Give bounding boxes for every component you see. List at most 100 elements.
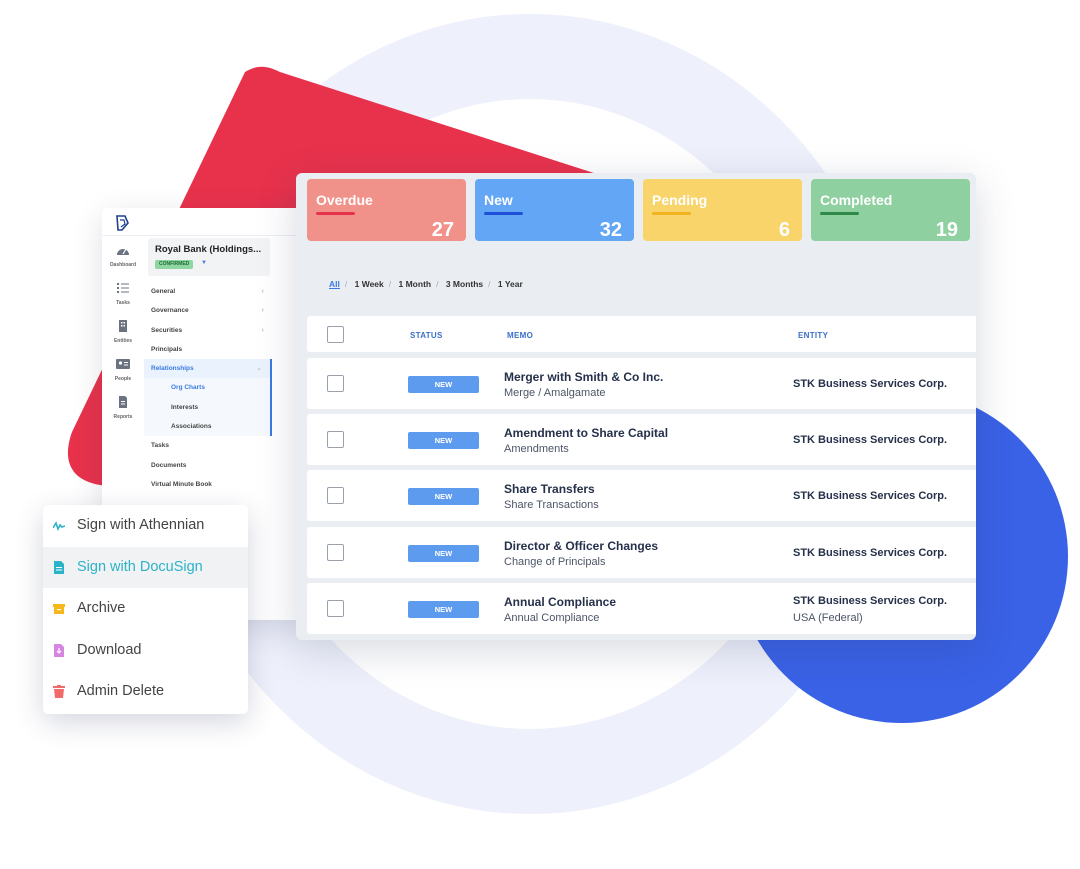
card-title: New xyxy=(484,192,513,208)
people-icon xyxy=(116,359,130,369)
menu-item-label: Download xyxy=(77,641,142,658)
card-title: Overdue xyxy=(316,192,373,208)
nav-item-virtual-minute-book[interactable]: Virtual Minute Book xyxy=(144,475,272,494)
menu-item-archive[interactable]: Archive xyxy=(43,588,248,630)
document-actions-menu: Sign with Athennian Sign with DocuSign A… xyxy=(43,505,248,714)
filter-all[interactable]: All xyxy=(329,279,340,289)
entity-name: STK Business Services Corp. xyxy=(793,547,948,559)
entity-name: STK Business Services Corp. xyxy=(793,434,948,446)
entity-name: STK Business Services Corp. xyxy=(793,595,948,607)
sidebar-item-people[interactable]: People xyxy=(102,352,144,382)
nav-item-label: Associations xyxy=(171,423,212,431)
entity-selector[interactable]: Royal Bank (Holdings... CONFIRMED ▼ xyxy=(148,238,270,276)
nav-item-label: Interests xyxy=(171,403,199,411)
reports-icon xyxy=(119,396,127,408)
filter-1-week[interactable]: 1 Week xyxy=(355,279,384,289)
status-badge: NEW xyxy=(408,432,479,449)
column-header-memo[interactable]: MEMO xyxy=(507,331,533,340)
nav-item-associations[interactable]: Associations xyxy=(144,417,272,437)
nav-item-label: Documents xyxy=(151,461,187,469)
card-count: 32 xyxy=(599,219,622,241)
nav-item-org-charts[interactable]: Org Charts xyxy=(144,378,272,398)
filter-separator: / xyxy=(436,279,439,289)
nav-item-label: General xyxy=(151,288,176,295)
menu-item-sign-with-docusign[interactable]: Sign with DocuSign xyxy=(43,546,248,589)
memo-title: Merger with Smith & Co Inc. xyxy=(504,370,664,384)
select-all-checkbox[interactable] xyxy=(327,326,344,343)
nav-item-general[interactable]: General ‹ xyxy=(144,282,272,301)
column-header-status[interactable]: STATUS xyxy=(410,331,443,340)
row-checkbox[interactable] xyxy=(327,544,344,561)
tasks-icon xyxy=(117,283,129,293)
chevron-down-icon: ⌄ xyxy=(256,365,262,373)
sidebar-item-tasks[interactable]: Tasks xyxy=(102,276,144,306)
filter-separator: / xyxy=(344,279,348,289)
nav-item-label: Governance xyxy=(151,307,189,315)
status-badge: NEW xyxy=(408,601,479,618)
pending-card[interactable]: Pending 6 xyxy=(643,179,802,241)
row-checkbox[interactable] xyxy=(327,600,344,617)
filter-1-month[interactable]: 1 Month xyxy=(399,279,432,289)
entities-icon xyxy=(119,320,127,332)
status-badge: NEW xyxy=(408,376,479,393)
filter-separator: / xyxy=(388,279,392,289)
table-row[interactable]: NEW Annual Compliance Annual Compliance … xyxy=(307,583,976,634)
nav-item-interests[interactable]: Interests xyxy=(144,397,272,418)
entity-name: STK Business Services Corp. xyxy=(793,378,948,390)
overdue-card[interactable]: Overdue 27 xyxy=(307,179,466,241)
archive-icon xyxy=(53,604,65,615)
sidebar-topbar xyxy=(102,208,307,236)
sidebar-item-reports[interactable]: Reports xyxy=(102,390,144,420)
card-title: Pending xyxy=(652,192,708,208)
memo-title: Amendment to Share Capital xyxy=(504,426,669,440)
new-card[interactable]: New 32 xyxy=(475,179,634,241)
card-count: 27 xyxy=(431,219,454,241)
row-checkbox[interactable] xyxy=(327,487,344,504)
table-row[interactable]: NEW Director & Officer Changes Change of… xyxy=(307,527,976,578)
status-badge: CONFIRMED xyxy=(155,260,194,269)
table-row[interactable]: NEW Share Transfers Share Transactions S… xyxy=(307,470,976,521)
completed-card[interactable]: Completed 19 xyxy=(811,179,970,241)
memo-subtitle: Change of Principals xyxy=(504,556,606,568)
nav-item-securities[interactable]: Securities ‹ xyxy=(144,321,272,340)
sidebar-item-entities[interactable]: Entities xyxy=(102,314,144,344)
menu-item-sign-with-athennian[interactable]: Sign with Athennian xyxy=(43,505,248,547)
entity-jurisdiction: USA (Federal) xyxy=(793,612,863,624)
table-row[interactable]: NEW Amendment to Share Capital Amendment… xyxy=(307,414,976,465)
entity-nav: General ‹ Governance ‹ Securities ‹ Princip… xyxy=(144,282,272,494)
status-badge: NEW xyxy=(408,488,479,505)
menu-item-download[interactable]: Download xyxy=(43,630,248,672)
nav-item-label: Principals xyxy=(151,345,183,353)
sidebar-item-label: Tasks xyxy=(116,300,130,306)
filter-3-months[interactable]: 3 Months xyxy=(446,279,483,289)
nav-item-governance[interactable]: Governance ‹ xyxy=(144,301,272,320)
sidebar-item-label: Entities xyxy=(113,338,133,344)
sidebar-icon-rail: Dashboard Tasks Entities People Reports xyxy=(102,238,144,428)
table-row[interactable]: NEW Merger with Smith & Co Inc. Merge / … xyxy=(307,358,976,409)
row-checkbox[interactable] xyxy=(327,431,344,448)
card-accent-bar xyxy=(316,212,355,215)
menu-item-label: Sign with Athennian xyxy=(77,517,205,533)
sidebar-item-dashboard[interactable]: Dashboard xyxy=(102,238,144,268)
card-accent-bar xyxy=(652,212,691,215)
filter-separator: / xyxy=(488,279,491,289)
table-header: STATUS MEMO ENTITY xyxy=(307,316,976,352)
nav-item-principals[interactable]: Principals xyxy=(144,340,272,359)
chevron-down-icon[interactable]: ▼ xyxy=(201,260,207,266)
nav-item-tasks[interactable]: Tasks xyxy=(144,436,272,455)
filter-1-year[interactable]: 1 Year xyxy=(498,279,523,289)
menu-item-label: Archive xyxy=(77,600,126,617)
menu-item-admin-delete[interactable]: Admin Delete xyxy=(43,671,248,713)
memo-title: Director & Officer Changes xyxy=(504,539,659,553)
column-header-entity[interactable]: ENTITY xyxy=(798,331,828,340)
nav-item-relationships[interactable]: Relationships ⌄ xyxy=(144,359,272,379)
date-filter: All / 1 Week / 1 Month / 3 Months / 1 Year xyxy=(329,279,523,289)
row-checkbox[interactable] xyxy=(327,375,344,392)
sidebar-item-label: Dashboard xyxy=(109,262,137,268)
chevron-left-icon: ‹ xyxy=(261,288,264,295)
memo-subtitle: Annual Compliance xyxy=(504,612,600,624)
nav-item-documents[interactable]: Documents xyxy=(144,456,272,475)
trash-icon xyxy=(53,685,65,699)
menu-item-label: Sign with DocuSign xyxy=(77,558,203,575)
menu-item-label: Admin Delete xyxy=(77,683,165,700)
